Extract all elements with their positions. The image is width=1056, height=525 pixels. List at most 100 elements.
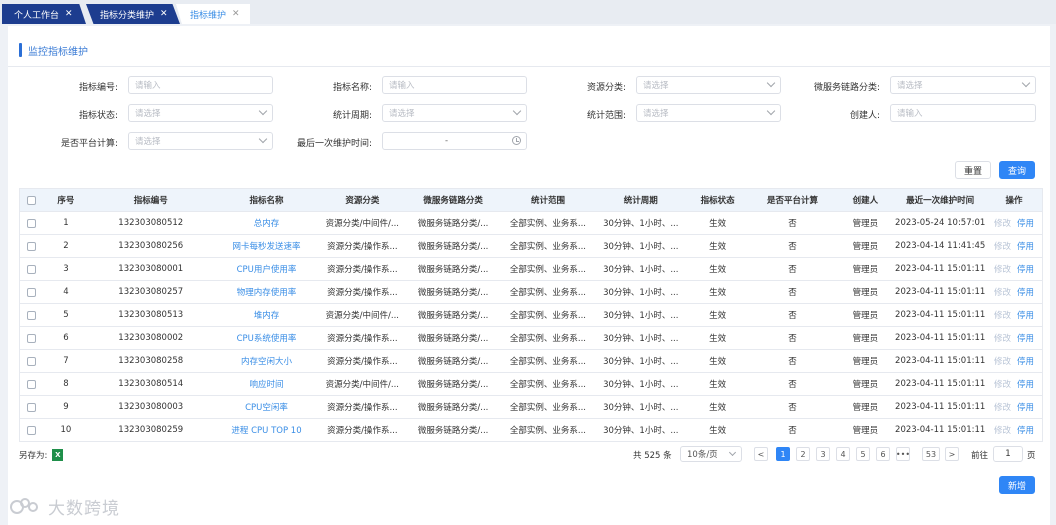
- page-size-select[interactable]: 10条/页: [680, 446, 742, 462]
- edit-button[interactable]: 修改: [994, 286, 1011, 298]
- add-button[interactable]: 新增: [999, 476, 1035, 494]
- metric-name-input[interactable]: 请输入: [382, 76, 527, 94]
- stat-scope-select[interactable]: 请选择: [636, 104, 781, 122]
- row-checkbox[interactable]: [27, 218, 37, 228]
- save-as-label: 另存为:: [19, 451, 48, 461]
- table-row: 6 132303080002 CPU系统使用率 资源分类/操作系... 微服务链路分类/…: [20, 326, 1042, 349]
- close-icon[interactable]: ✕: [232, 9, 240, 19]
- metric-name-link[interactable]: CPU用户使用率: [214, 263, 320, 275]
- disable-button[interactable]: 停用: [1017, 355, 1034, 367]
- disable-button[interactable]: 停用: [1017, 240, 1034, 252]
- page-button[interactable]: 4: [836, 447, 850, 461]
- metric-name-link[interactable]: CPU空闲率: [214, 401, 320, 413]
- row-checkbox-cell[interactable]: [20, 333, 44, 343]
- row-checkbox[interactable]: [27, 333, 37, 343]
- stat-scope: 全部实例、业务系...: [509, 288, 586, 298]
- close-icon[interactable]: ✕: [65, 9, 73, 19]
- disable-button[interactable]: 停用: [1017, 424, 1034, 436]
- disable-button[interactable]: 停用: [1017, 217, 1034, 229]
- edit-button[interactable]: 修改: [994, 240, 1011, 252]
- resource-category-select[interactable]: 请选择: [636, 76, 781, 94]
- edit-button[interactable]: 修改: [994, 355, 1011, 367]
- row-checkbox[interactable]: [27, 264, 37, 274]
- microservice-category: 微服务链路分类/...: [417, 334, 489, 344]
- select-all-checkbox[interactable]: [27, 195, 37, 205]
- disable-button[interactable]: 停用: [1017, 332, 1034, 344]
- row-index: 2: [63, 241, 69, 251]
- metric-name-link[interactable]: 网卡每秒发送速率: [214, 240, 320, 252]
- edit-button[interactable]: 修改: [994, 332, 1011, 344]
- edit-button[interactable]: 修改: [994, 378, 1011, 390]
- tab-metric-category[interactable]: 指标分类维护 ✕: [86, 4, 180, 24]
- excel-icon[interactable]: X: [52, 449, 64, 461]
- page-button[interactable]: 2: [796, 447, 810, 461]
- microservice-category: 微服务链路分类/...: [417, 311, 489, 321]
- disable-button[interactable]: 停用: [1017, 286, 1034, 298]
- metric-name-link[interactable]: 内存空闲大小: [214, 355, 320, 367]
- stat-scope: 全部实例、业务系...: [509, 380, 586, 390]
- page-button[interactable]: 53: [922, 447, 940, 461]
- edit-button[interactable]: 修改: [994, 309, 1011, 321]
- tab-metric-maintain[interactable]: 指标维护 ✕: [176, 4, 250, 24]
- edit-button[interactable]: 修改: [994, 217, 1011, 229]
- query-button[interactable]: 查询: [999, 161, 1035, 179]
- disable-button[interactable]: 停用: [1017, 378, 1034, 390]
- tab-personal-workbench[interactable]: 个人工作台 ✕: [2, 4, 86, 24]
- platform-calc-select[interactable]: 请选择: [128, 132, 273, 150]
- metric-name-link[interactable]: 总内存: [214, 217, 320, 229]
- row-checkbox-cell[interactable]: [20, 218, 44, 228]
- metric-name-link[interactable]: CPU系统使用率: [214, 332, 320, 344]
- row-checkbox-cell[interactable]: [20, 402, 44, 412]
- creator-input[interactable]: 请输入: [890, 104, 1036, 122]
- page-ellipsis[interactable]: •••: [896, 447, 910, 461]
- disable-button[interactable]: 停用: [1017, 263, 1034, 275]
- metric-status: 生效: [709, 380, 727, 390]
- page-button[interactable]: 6: [876, 447, 890, 461]
- row-checkbox[interactable]: [27, 241, 37, 251]
- disable-button[interactable]: 停用: [1017, 401, 1034, 413]
- metric-name-link[interactable]: 进程 CPU TOP 10: [214, 424, 320, 436]
- edit-button[interactable]: 修改: [994, 424, 1011, 436]
- row-checkbox[interactable]: [27, 425, 37, 435]
- reset-button[interactable]: 重置: [955, 161, 991, 179]
- stat-period-select[interactable]: 请选择: [382, 104, 527, 122]
- row-checkbox-cell[interactable]: [20, 310, 44, 320]
- row-checkbox-cell[interactable]: [20, 425, 44, 435]
- row-checkbox[interactable]: [27, 402, 37, 412]
- stat-scope: 全部实例、业务系...: [509, 426, 586, 436]
- stat-scope-label: 统计范围:: [586, 111, 626, 121]
- edit-button[interactable]: 修改: [994, 263, 1011, 275]
- disable-button[interactable]: 停用: [1017, 309, 1034, 321]
- goto-page-input[interactable]: 1: [993, 446, 1023, 462]
- row-index: 4: [63, 287, 69, 297]
- page-button[interactable]: 3: [816, 447, 830, 461]
- metric-name-link[interactable]: 物理内存使用率: [214, 286, 320, 298]
- row-checkbox-cell[interactable]: [20, 356, 44, 366]
- prev-page-button[interactable]: <: [754, 447, 768, 461]
- watermark-logo-icon: [8, 496, 44, 518]
- page-button[interactable]: 5: [856, 447, 870, 461]
- metric-code-input[interactable]: 请输入: [128, 76, 273, 94]
- row-checkbox-cell[interactable]: [20, 379, 44, 389]
- metric-name-link[interactable]: 响应时间: [214, 378, 320, 390]
- metric-name-link[interactable]: 堆内存: [214, 309, 320, 321]
- row-checkbox[interactable]: [27, 287, 37, 297]
- metric-status-select[interactable]: 请选择: [128, 104, 273, 122]
- placeholder: 请选择: [643, 81, 669, 91]
- row-checkbox[interactable]: [27, 310, 37, 320]
- row-checkbox[interactable]: [27, 356, 37, 366]
- select-all-checkbox-cell[interactable]: [20, 195, 44, 205]
- row-checkbox-cell[interactable]: [20, 264, 44, 274]
- next-page-button[interactable]: >: [945, 447, 959, 461]
- microservice-category-select[interactable]: 请选择: [890, 76, 1036, 94]
- title-accent-bar: [19, 43, 22, 57]
- row-checkbox-cell[interactable]: [20, 287, 44, 297]
- page-button[interactable]: 1: [776, 447, 790, 461]
- stat-scope: 全部实例、业务系...: [509, 334, 586, 344]
- edit-button[interactable]: 修改: [994, 401, 1011, 413]
- last-maintain-time-range[interactable]: -: [382, 132, 527, 150]
- row-checkbox[interactable]: [27, 379, 37, 389]
- row-checkbox-cell[interactable]: [20, 241, 44, 251]
- col-header: 统计范围: [530, 196, 565, 206]
- close-icon[interactable]: ✕: [160, 9, 168, 19]
